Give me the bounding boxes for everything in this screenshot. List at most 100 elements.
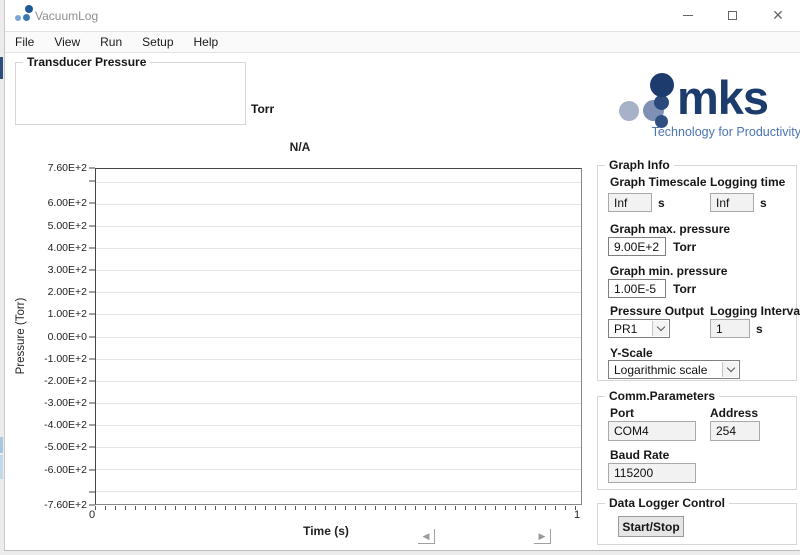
pressure-output-label: Pressure Output xyxy=(610,304,704,318)
app-icon xyxy=(25,5,33,13)
app-icon xyxy=(15,15,21,21)
gridline xyxy=(96,204,581,205)
y-tick-label: -3.00E+2 xyxy=(44,397,87,409)
gridline xyxy=(96,403,581,404)
transducer-pressure-display xyxy=(18,65,243,122)
gridline xyxy=(96,425,581,426)
graph-max-pressure-input[interactable]: 9.00E+2 xyxy=(608,237,666,256)
minimize-button[interactable] xyxy=(671,0,705,30)
graph-timescale-label: Graph Timescale xyxy=(610,175,707,189)
logging-interval-input[interactable]: 1 xyxy=(710,319,750,338)
y-tick-mark xyxy=(89,168,95,169)
menu-item-run[interactable]: Run xyxy=(95,35,127,49)
gridline xyxy=(96,359,581,360)
maximize-button[interactable] xyxy=(715,0,749,30)
close-button[interactable]: ✕ xyxy=(761,0,795,30)
graph-timescale-input[interactable]: Inf xyxy=(608,193,652,212)
data-logger-control-group: Data Logger Control Start/Stop xyxy=(597,503,797,545)
pan-right-icon: ▶ xyxy=(539,532,546,541)
pan-right-button[interactable]: ▶ xyxy=(534,529,551,544)
gridline xyxy=(96,491,581,492)
y-tick-label: 0.00E+0 xyxy=(48,331,87,343)
y-tick-mark xyxy=(89,269,95,270)
close-icon: ✕ xyxy=(772,8,784,22)
menu-bar: File View Run Setup Help xyxy=(5,31,800,53)
graph-timescale-unit: s xyxy=(658,196,665,210)
y-tick-mark xyxy=(89,292,95,293)
y-tick-mark xyxy=(89,336,95,337)
menu-item-file[interactable]: File xyxy=(10,35,39,49)
y-tick-mark xyxy=(89,358,95,359)
gridline xyxy=(96,381,581,382)
baud-rate-label: Baud Rate xyxy=(610,448,669,462)
mks-logo-dot xyxy=(654,95,669,110)
mks-tagline: Technology for Productivity xyxy=(609,125,800,139)
y-scale-label: Y-Scale xyxy=(610,346,653,360)
start-stop-button[interactable]: Start/Stop xyxy=(618,516,684,537)
pan-left-icon: ◀ xyxy=(423,532,430,541)
y-axis-tick-marks xyxy=(89,168,95,505)
x-axis-tick-marks xyxy=(95,506,582,510)
menu-item-setup[interactable]: Setup xyxy=(137,35,178,49)
transducer-pressure-group: Transducer Pressure xyxy=(15,62,246,125)
y-scale-value: Logarithmic scale xyxy=(614,363,707,377)
y-tick-mark xyxy=(89,181,95,182)
pressure-output-value: PR1 xyxy=(614,322,637,336)
chevron-down-icon xyxy=(722,362,738,377)
address-label: Address xyxy=(710,406,758,420)
title-bar: VacuumLog ✕ xyxy=(5,0,800,31)
graph-min-pressure-label: Graph min. pressure xyxy=(610,264,727,278)
gridline xyxy=(96,469,581,470)
y-tick-label: -6.00E+2 xyxy=(44,464,87,476)
logging-time-input[interactable]: Inf xyxy=(710,193,754,212)
y-tick-label: 4.00E+2 xyxy=(48,242,87,254)
y-tick-label: -5.00E+2 xyxy=(44,441,87,453)
gridline xyxy=(96,314,581,315)
y-tick-label: 5.00E+2 xyxy=(48,220,87,232)
screen: VacuumLog ✕ File View Run Setup Help Transdu… xyxy=(0,0,800,555)
baud-rate-input[interactable]: 115200 xyxy=(608,463,696,483)
gridline xyxy=(96,447,581,448)
y-tick-mark xyxy=(89,203,95,204)
graph-min-pressure-unit: Torr xyxy=(673,282,696,296)
menu-item-help[interactable]: Help xyxy=(189,35,224,49)
y-tick-mark xyxy=(89,403,95,404)
graph-min-pressure-input[interactable]: 1.00E-5 xyxy=(608,279,666,298)
transducer-unit-label: Torr xyxy=(251,102,274,116)
y-axis-title: Pressure (Torr) xyxy=(15,286,27,386)
background-window-sliver xyxy=(0,455,3,479)
pan-left-button[interactable]: ◀ xyxy=(418,529,435,544)
graph-info-title: Graph Info xyxy=(605,158,674,172)
logging-time-label: Logging time xyxy=(710,175,785,189)
pressure-output-dropdown[interactable]: PR1 xyxy=(608,319,670,338)
data-logger-control-title: Data Logger Control xyxy=(605,496,729,510)
menu-item-view[interactable]: View xyxy=(49,35,85,49)
x-tick-0: 0 xyxy=(89,509,95,521)
minimize-icon xyxy=(683,15,693,16)
y-tick-mark xyxy=(89,491,95,492)
background-window-sliver xyxy=(0,57,3,79)
window-title: VacuumLog xyxy=(35,9,98,23)
mks-logo-text: mks xyxy=(677,74,768,121)
y-tick-mark xyxy=(89,469,95,470)
y-tick-label: -1.00E+2 xyxy=(44,353,87,365)
port-label: Port xyxy=(610,406,634,420)
y-scale-dropdown[interactable]: Logarithmic scale xyxy=(608,360,740,379)
y-tick-label: 6.00E+2 xyxy=(48,197,87,209)
mks-logo-dot xyxy=(650,73,674,97)
y-tick-label: -7.60E+2 xyxy=(44,499,87,511)
address-input[interactable]: 254 xyxy=(710,421,760,441)
port-input[interactable]: COM4 xyxy=(608,421,696,441)
graph-info-group: Graph Info Graph Timescale Logging time … xyxy=(597,165,797,381)
chevron-down-icon xyxy=(652,321,668,336)
gridline xyxy=(96,226,581,227)
logging-interval-label: Logging Interval xyxy=(710,304,800,318)
y-tick-label: 7.60E+2 xyxy=(48,162,87,174)
logging-interval-unit: s xyxy=(756,322,763,336)
graph-max-pressure-label: Graph max. pressure xyxy=(610,222,730,236)
y-tick-mark xyxy=(89,380,95,381)
y-tick-mark xyxy=(89,225,95,226)
gridline xyxy=(96,248,581,249)
gridline xyxy=(96,337,581,338)
y-tick-label: -2.00E+2 xyxy=(44,375,87,387)
